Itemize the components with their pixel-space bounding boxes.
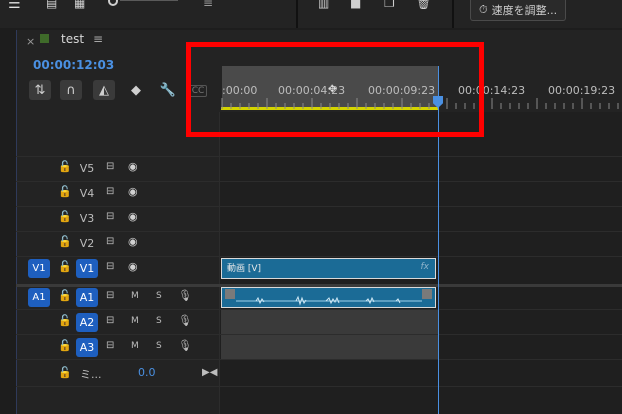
track-header-v3: 🔓 V3 ⊟ ◉ [16, 207, 220, 231]
speed-adjust-button[interactable]: ⏱ 速度を調整... [470, 0, 567, 21]
track-header-a2: 🔓 A2 ⊟ M S 🎙 [16, 311, 220, 335]
ruler-label: 00:00:19:23 [548, 84, 616, 97]
eye-icon[interactable]: ◉ [128, 235, 138, 248]
eye-icon[interactable]: ◉ [128, 210, 138, 223]
panel-divider [296, 0, 298, 28]
lock-icon[interactable]: 🔓 [58, 260, 72, 273]
playhead-timecode[interactable]: 00:00:12:03 [33, 58, 114, 72]
eye-icon[interactable]: ◉ [128, 260, 138, 273]
sync-lock-icon[interactable]: ⊟ [106, 211, 114, 222]
sequence-tab-title[interactable]: test [61, 32, 84, 46]
freeform-view-icon[interactable]: ▦ [74, 0, 85, 10]
panel-divider-2 [452, 0, 454, 28]
track-header-a3: 🔓 A3 ⊟ M S 🎙 [16, 336, 220, 360]
annotation-highlight-box [186, 42, 484, 137]
track-header-a1: A1 🔓 A1 ⊟ M S 🎙 [16, 286, 220, 310]
new-bin-icon[interactable]: ❐ [384, 0, 395, 10]
eye-icon[interactable]: ◉ [128, 160, 138, 173]
sync-lock-icon[interactable]: ⊟ [106, 261, 114, 272]
panel-menu-icon[interactable]: ≡ [93, 32, 103, 46]
track-name[interactable]: A2 [76, 313, 98, 332]
video-clip[interactable]: 動画 [V] fx [221, 258, 436, 279]
settings-wrench-icon[interactable]: 🔧 [157, 80, 179, 100]
track-name[interactable]: V5 [76, 159, 98, 178]
mix-track-label: ミ... [80, 368, 102, 381]
zoom-slider[interactable] [108, 0, 178, 6]
icon-view-icon[interactable]: ▤ [46, 0, 57, 10]
insert-nest-icon[interactable]: ⇅ [29, 80, 51, 100]
audio-empty-region [221, 310, 438, 360]
sync-lock-icon[interactable]: ⊟ [106, 236, 114, 247]
fx-badge: fx [420, 262, 430, 272]
track-name[interactable]: V2 [76, 234, 98, 253]
sync-lock-icon[interactable]: ⊟ [106, 315, 114, 326]
solo-button[interactable]: S [156, 316, 162, 326]
sort-icon[interactable]: ≡ [203, 0, 213, 10]
track-name[interactable]: A1 [76, 288, 98, 307]
sync-lock-icon[interactable]: ⊟ [106, 290, 114, 301]
mic-icon[interactable]: 🎙 [178, 314, 192, 327]
go-to-end-icon[interactable]: ▶◀ [202, 367, 217, 378]
lock-icon[interactable]: 🔓 [58, 185, 72, 198]
automate-to-sequence-icon[interactable]: ▥ [318, 0, 329, 10]
track-header-v4: 🔓 V4 ⊟ ◉ [16, 182, 220, 206]
trash-icon[interactable]: 🗑 [416, 0, 431, 10]
solo-button[interactable]: S [156, 291, 162, 301]
track-header-v1: V1 🔓 V1 ⊟ ◉ [16, 257, 220, 281]
lock-icon[interactable]: 🔓 [58, 160, 72, 173]
track-name[interactable]: V3 [76, 209, 98, 228]
lock-icon[interactable]: 🔓 [58, 366, 72, 379]
track-header-v2: 🔓 V2 ⊟ ◉ [16, 232, 220, 256]
audio-clip[interactable] [221, 287, 436, 308]
snap-icon[interactable]: ∩ [60, 80, 82, 100]
list-view-icon[interactable]: ☰ [8, 0, 21, 12]
eye-icon[interactable]: ◉ [128, 185, 138, 198]
tab-close-icon[interactable]: × [26, 35, 35, 48]
video-clip-label: 動画 [V] [227, 264, 262, 274]
sync-lock-icon[interactable]: ⊟ [106, 340, 114, 351]
fade-out-icon [422, 289, 432, 299]
mic-icon[interactable]: 🎙 [178, 339, 192, 352]
lock-icon[interactable]: 🔓 [58, 235, 72, 248]
lock-icon[interactable]: 🔓 [58, 339, 72, 352]
mute-button[interactable]: M [131, 341, 139, 351]
source-patch-v1[interactable]: V1 [28, 259, 50, 278]
speed-icon: ⏱ [479, 3, 488, 16]
mix-volume-value[interactable]: 0.0 [138, 366, 156, 379]
track-name[interactable]: V1 [76, 259, 98, 278]
fade-in-icon [225, 289, 235, 299]
sync-lock-icon[interactable]: ⊟ [106, 161, 114, 172]
track-header-v5: 🔓 V5 ⊟ ◉ [16, 157, 220, 181]
mute-button[interactable]: M [131, 316, 139, 326]
mute-button[interactable]: M [131, 291, 139, 301]
audio-waveform [236, 295, 422, 306]
mic-icon[interactable]: 🎙 [178, 289, 192, 302]
solo-button[interactable]: S [156, 341, 162, 351]
find-icon[interactable]: ■ [350, 0, 361, 10]
top-toolbar: ☰ ▤ ▦ ≡ ▥ ■ ❐ 🗑 ⏱ 速度を調整... [0, 0, 622, 28]
speed-adjust-label: 速度を調整... [491, 4, 558, 17]
lock-icon[interactable]: 🔓 [58, 314, 72, 327]
sync-lock-icon[interactable]: ⊟ [106, 186, 114, 197]
add-marker-icon[interactable]: ◆ [125, 80, 147, 100]
linked-selection-icon[interactable]: ◭ [93, 80, 115, 100]
lock-icon[interactable]: 🔓 [58, 289, 72, 302]
lock-icon[interactable]: 🔓 [58, 210, 72, 223]
source-patch-a1[interactable]: A1 [28, 288, 50, 307]
track-name[interactable]: A3 [76, 338, 98, 357]
track-name[interactable]: V4 [76, 184, 98, 203]
sequence-color-swatch [40, 34, 49, 43]
